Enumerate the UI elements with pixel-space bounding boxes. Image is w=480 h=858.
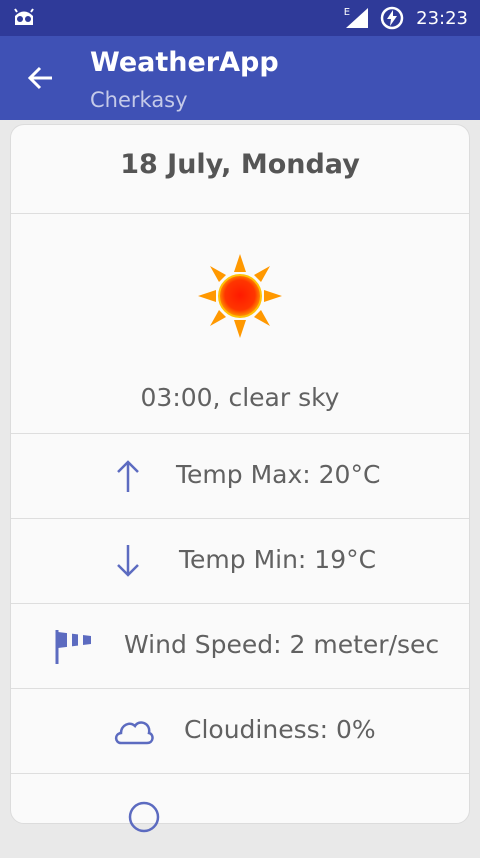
partial-icon — [128, 801, 160, 833]
cloudiness-label: Cloudiness: 0% — [184, 715, 376, 744]
battery-charging-icon — [380, 6, 404, 30]
temp-min-label: Temp Min: 19°C — [179, 545, 377, 574]
metric-row-partial — [11, 773, 469, 858]
status-bar: E 23:23 — [0, 0, 480, 36]
weather-summary-row: 03:00, clear sky — [11, 213, 469, 433]
signal-icon — [346, 8, 369, 28]
forecast-card: 18 July, Monday 03:00, clear sky Temp Ma… — [10, 124, 470, 833]
app-title: WeatherApp — [90, 47, 279, 78]
arrow-left-icon[interactable] — [24, 64, 56, 92]
forecast-description: 03:00, clear sky — [140, 383, 340, 412]
temp-max-label: Temp Max: 20°C — [176, 460, 381, 489]
app-bar: WeatherApp Cherkasy — [0, 36, 480, 120]
city-subtitle: Cherkasy — [90, 88, 188, 112]
metric-row-cloudiness: Cloudiness: 0% — [11, 688, 469, 773]
wind-speed-label: Wind Speed: 2 meter/sec — [124, 630, 440, 659]
arrow-up-icon — [117, 460, 139, 492]
sun-icon — [198, 254, 282, 338]
clock: 23:23 — [416, 7, 468, 29]
cloud-icon — [114, 721, 154, 745]
status-indicators: E 23:23 — [344, 0, 468, 36]
forecast-date: 18 July, Monday — [120, 149, 360, 180]
metric-row-temp-min: Temp Min: 19°C — [11, 518, 469, 603]
arrow-down-icon — [117, 545, 139, 577]
metric-row-temp-max: Temp Max: 20°C — [11, 433, 469, 518]
android-robot-icon — [14, 8, 34, 25]
metric-row-wind-speed: Wind Speed: 2 meter/sec — [11, 603, 469, 688]
windsock-icon — [55, 630, 91, 664]
